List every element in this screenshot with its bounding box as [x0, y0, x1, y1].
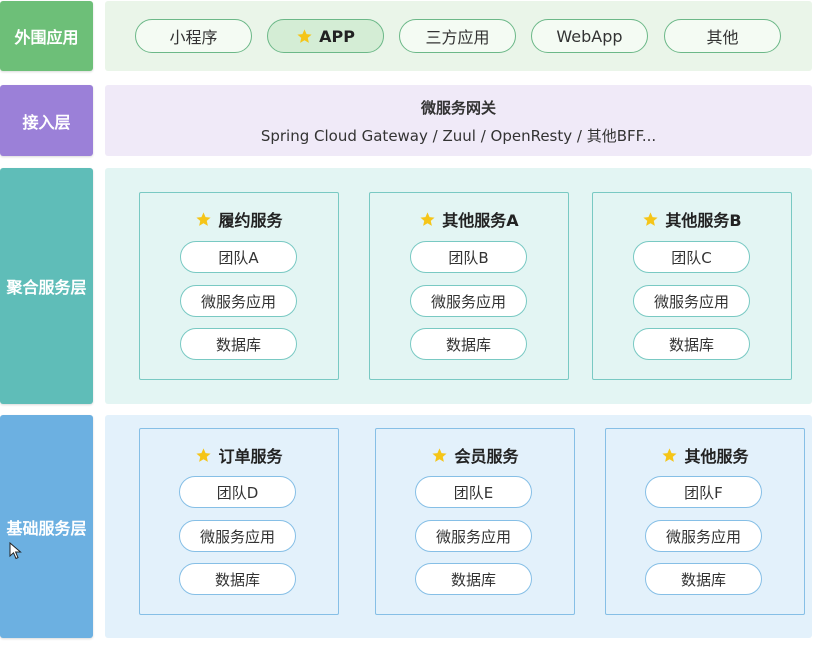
- star-icon: [196, 447, 212, 462]
- microservice-pill-label: 微服务应用: [665, 527, 741, 546]
- database-pill[interactable]: 数据库: [633, 328, 750, 360]
- service-title-text: 订单服务: [218, 447, 283, 466]
- app-pill-webapp[interactable]: WebApp: [531, 19, 648, 53]
- star-icon: [420, 211, 435, 226]
- service-title: 履约服务: [140, 207, 338, 231]
- service-box-other-b: 其他服务B 团队C 微服务应用 数据库: [592, 192, 792, 380]
- layer-label-base: 基础服务层: [0, 415, 93, 638]
- service-title: 其他服务: [606, 443, 804, 467]
- layer-label-access-text: 接入层: [22, 112, 71, 132]
- app-pill-label: 其他: [706, 28, 739, 47]
- gateway-title: 微服务网关: [420, 99, 496, 117]
- layer-body-outer: 小程序 APP 三方应用 WebApp 其他: [105, 1, 812, 71]
- service-box-order: 订单服务 团队D 微服务应用 数据库: [139, 428, 339, 615]
- app-pill-label: WebApp: [556, 26, 623, 46]
- layer-body-access: 微服务网关 Spring Cloud Gateway / Zuul / Open…: [105, 85, 812, 156]
- database-pill[interactable]: 数据库: [179, 563, 296, 595]
- database-pill-label: 数据库: [668, 335, 714, 354]
- app-pill-label: 三方应用: [425, 28, 490, 47]
- service-title: 订单服务: [140, 443, 338, 467]
- service-box-other: 其他服务 团队F 微服务应用 数据库: [605, 428, 805, 615]
- app-pill-third-party[interactable]: 三方应用: [399, 19, 516, 53]
- team-pill-label: 团队E: [453, 483, 494, 502]
- star-icon: [432, 447, 448, 462]
- service-title: 其他服务B: [593, 207, 791, 231]
- microservice-pill[interactable]: 微服务应用: [645, 520, 762, 552]
- layer-label-aggregate: 聚合服务层: [0, 168, 93, 404]
- database-pill-label: 数据库: [215, 335, 261, 354]
- microservice-pill[interactable]: 微服务应用: [410, 285, 527, 317]
- microservice-pill-label: 微服务应用: [653, 292, 729, 311]
- app-pill-label: APP: [319, 26, 355, 46]
- layer-body-base: 订单服务 团队D 微服务应用 数据库 会员服务 团队E 微服务应用 数据库 其他…: [105, 415, 812, 638]
- microservice-pill[interactable]: 微服务应用: [633, 285, 750, 317]
- mouse-cursor-icon: [9, 542, 22, 560]
- layer-label-access: 接入层: [0, 85, 93, 156]
- database-pill[interactable]: 数据库: [415, 563, 532, 595]
- team-pill-label: 团队A: [218, 248, 259, 267]
- app-pill-other[interactable]: 其他: [664, 19, 781, 53]
- service-title: 其他服务A: [370, 207, 568, 231]
- database-pill-label: 数据库: [214, 570, 260, 589]
- service-title-text: 履约服务: [218, 211, 283, 230]
- microservice-pill-label: 微服务应用: [200, 292, 276, 311]
- layer-label-base-text: 基础服务层: [6, 518, 87, 538]
- team-pill-label: 团队B: [448, 248, 489, 267]
- service-box-fulfillment: 履约服务 团队A 微服务应用 数据库: [139, 192, 339, 380]
- service-title-text: 其他服务: [684, 447, 749, 466]
- database-pill[interactable]: 数据库: [645, 563, 762, 595]
- team-pill[interactable]: 团队A: [180, 241, 297, 273]
- layer-label-outer: 外围应用: [0, 1, 93, 71]
- app-pill-label: 小程序: [169, 28, 218, 47]
- star-icon: [196, 211, 212, 226]
- microservice-pill[interactable]: 微服务应用: [415, 520, 532, 552]
- star-icon: [297, 28, 312, 43]
- service-title: 会员服务: [376, 443, 574, 467]
- service-title-text: 其他服务B: [665, 211, 742, 230]
- microservice-pill-label: 微服务应用: [430, 292, 506, 311]
- app-pill-miniprogram[interactable]: 小程序: [135, 19, 252, 53]
- team-pill[interactable]: 团队C: [633, 241, 750, 273]
- layer-body-aggregate: 履约服务 团队A 微服务应用 数据库 其他服务A 团队B 微服务应用 数据库 其…: [105, 168, 812, 404]
- team-pill[interactable]: 团队D: [179, 476, 296, 508]
- team-pill-label: 团队C: [671, 248, 712, 267]
- app-pill-app[interactable]: APP: [267, 19, 384, 53]
- database-pill-label: 数据库: [445, 335, 491, 354]
- team-pill-label: 团队D: [216, 483, 259, 502]
- star-icon: [662, 447, 678, 462]
- gateway-subtitle: Spring Cloud Gateway / Zuul / OpenResty …: [260, 127, 657, 145]
- microservice-pill-label: 微服务应用: [199, 527, 275, 546]
- database-pill[interactable]: 数据库: [410, 328, 527, 360]
- service-box-member: 会员服务 团队E 微服务应用 数据库: [375, 428, 575, 615]
- microservice-pill[interactable]: 微服务应用: [180, 285, 297, 317]
- service-title-text: 其他服务A: [442, 211, 519, 230]
- team-pill-label: 团队F: [684, 483, 723, 502]
- service-title-text: 会员服务: [454, 447, 519, 466]
- database-pill-label: 数据库: [680, 570, 726, 589]
- microservice-pill[interactable]: 微服务应用: [179, 520, 296, 552]
- team-pill[interactable]: 团队E: [415, 476, 532, 508]
- service-box-other-a: 其他服务A 团队B 微服务应用 数据库: [369, 192, 569, 380]
- star-icon: [643, 211, 658, 226]
- database-pill[interactable]: 数据库: [180, 328, 297, 360]
- team-pill[interactable]: 团队B: [410, 241, 527, 273]
- team-pill[interactable]: 团队F: [645, 476, 762, 508]
- microservice-pill-label: 微服务应用: [435, 527, 511, 546]
- layer-label-outer-text: 外围应用: [14, 28, 79, 47]
- database-pill-label: 数据库: [450, 570, 496, 589]
- layer-label-aggregate-text: 聚合服务层: [6, 278, 87, 297]
